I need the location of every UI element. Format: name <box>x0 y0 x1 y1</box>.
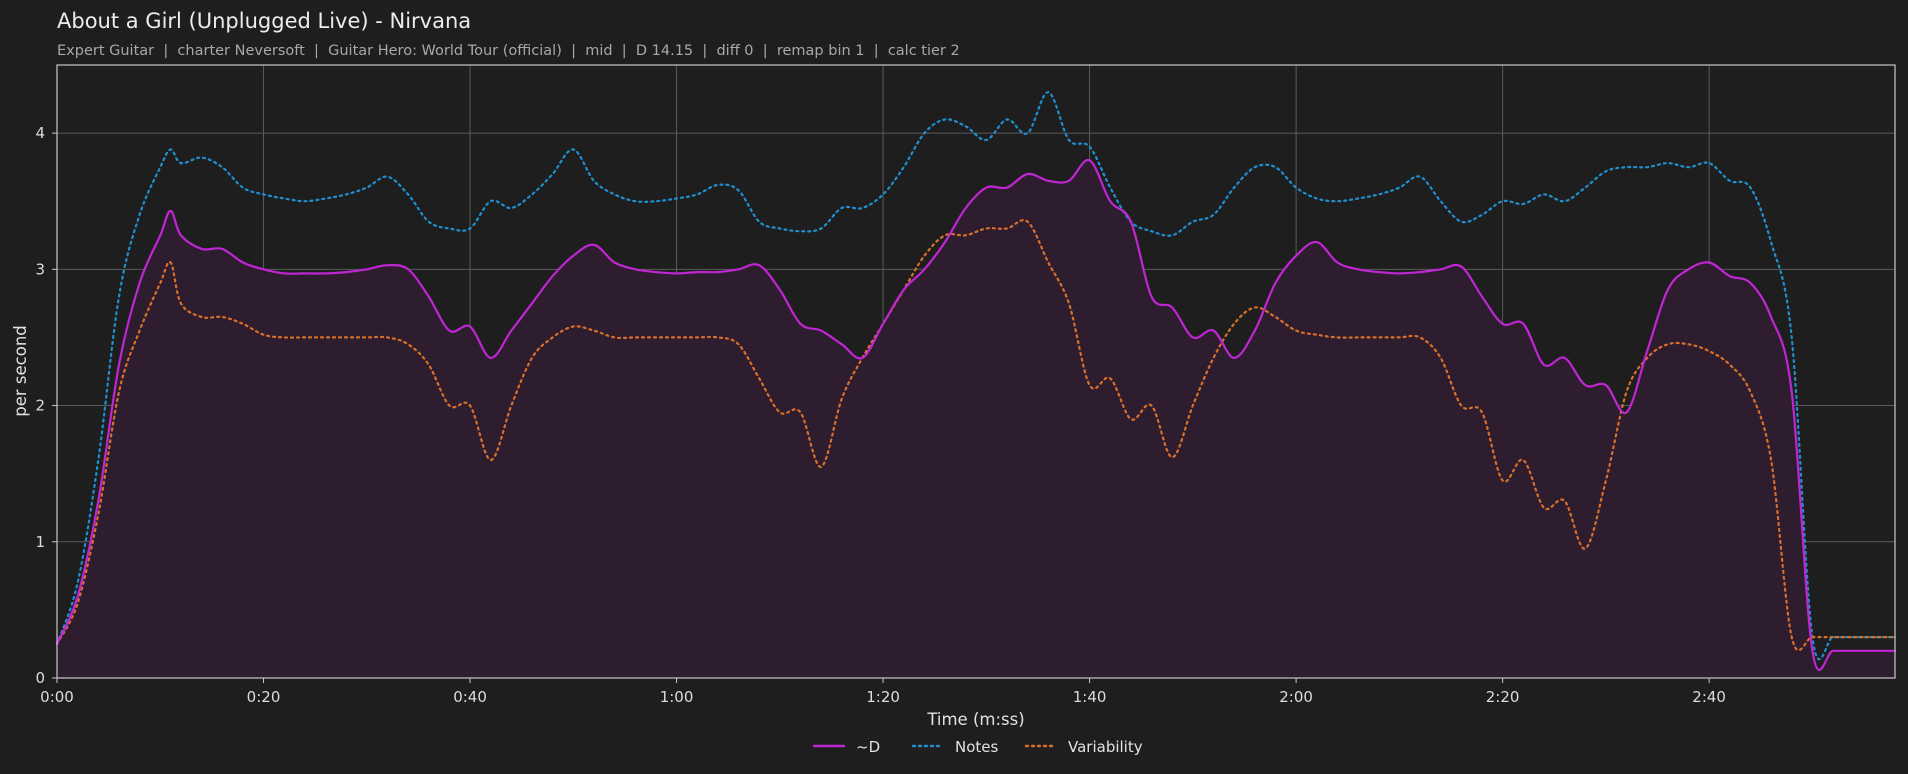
chart-subtitle: Expert Guitar | charter Neversoft | Guit… <box>57 43 960 59</box>
x-tick-label: 1:00 <box>660 688 694 706</box>
x-tick-label: 2:00 <box>1279 688 1313 706</box>
x-tick-label: 0:20 <box>247 688 281 706</box>
x-tick-label: 1:40 <box>1073 688 1107 706</box>
x-tick-label: 2:40 <box>1692 688 1726 706</box>
x-tick-label: 2:20 <box>1486 688 1520 706</box>
x-tick-label: 0:00 <box>40 688 74 706</box>
legend-label: Notes <box>955 738 999 756</box>
legend: ~D Notes Variability <box>812 738 1143 756</box>
series-d-area <box>57 160 1895 678</box>
x-axis-label: Time (m:ss) <box>926 710 1024 729</box>
y-axis-label: per second <box>11 325 30 417</box>
d-area-fill <box>57 160 1895 678</box>
chart: About a Girl (Unplugged Live) - Nirvana … <box>11 9 1897 756</box>
chart-title: About a Girl (Unplugged Live) - Nirvana <box>57 9 471 33</box>
y-tick-label: 2 <box>35 397 45 415</box>
y-tick-label: 1 <box>35 533 45 551</box>
y-tick-label: 3 <box>35 260 45 278</box>
x-tick-label: 1:20 <box>866 688 900 706</box>
legend-label: Variability <box>1068 738 1143 756</box>
y-tick-label: 4 <box>35 124 45 142</box>
x-tick-label: 0:40 <box>453 688 487 706</box>
y-tick-label: 0 <box>35 669 45 687</box>
legend-label: ~D <box>856 738 880 756</box>
